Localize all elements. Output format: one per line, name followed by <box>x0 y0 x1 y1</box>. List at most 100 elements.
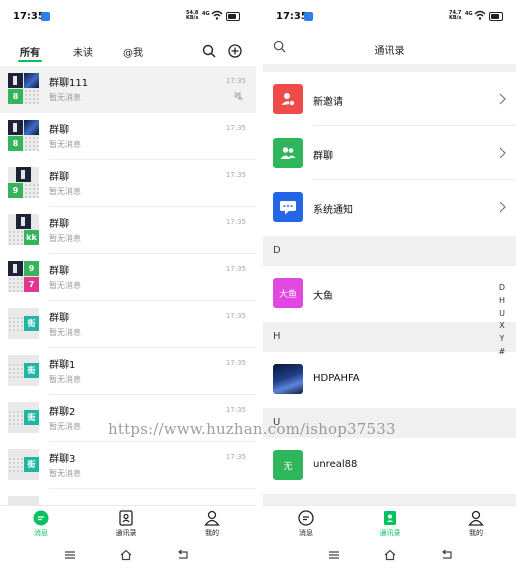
index-letter[interactable]: X <box>497 320 507 333</box>
chat-preview: 暂无消息 <box>49 422 81 431</box>
entry-label: 系统通知 <box>313 205 353 216</box>
battery-icon <box>226 12 240 21</box>
bottom-nav: 消息 通讯录 我的 <box>0 505 256 542</box>
entry-system-notice[interactable]: 系统通知 <box>263 180 516 234</box>
nav-contacts[interactable]: 通讯录 <box>365 510 415 538</box>
home-icon[interactable] <box>119 549 133 561</box>
nav-messages[interactable]: 消息 <box>281 510 331 538</box>
chat-time: 17:35 <box>225 77 246 85</box>
net-speed: 74.7 KB/s <box>449 10 462 21</box>
index-letter[interactable]: D <box>497 282 507 295</box>
group-avatar: 8 <box>8 120 39 151</box>
contacts-icon <box>119 510 133 526</box>
app-notification-icon <box>304 12 313 21</box>
contact-avatar <box>273 364 303 394</box>
menu-icon[interactable] <box>63 549 77 561</box>
wifi-icon <box>474 10 486 20</box>
section-letter: D <box>273 245 281 256</box>
group-avatar: 9 <box>8 167 39 198</box>
chat-time: 17:35 <box>225 124 246 132</box>
tab-all[interactable]: 所有 <box>20 44 40 59</box>
index-letter[interactable]: # <box>497 346 507 359</box>
system-nav-bar <box>263 541 516 571</box>
contacts-header: 通讯录 <box>263 34 516 64</box>
system-notice-icon <box>273 192 303 222</box>
tab-mentions[interactable]: @我 <box>123 44 143 59</box>
entry-label: 群聊 <box>313 151 333 162</box>
system-nav-bar <box>0 541 256 571</box>
status-bar: 17:35 54.8 KB/s 4G <box>0 0 256 34</box>
nav-profile[interactable]: 我的 <box>187 510 237 538</box>
chat-row[interactable]: 8 群聊 暂无消息 17:35 <box>0 113 256 160</box>
messages-screen: 17:35 54.8 KB/s 4G 所有 未读 @我 8 群聊111 暂无消息… <box>0 0 256 571</box>
nav-label: 消息 <box>34 529 48 537</box>
chat-name: 群聊1 <box>49 360 76 371</box>
chat-row[interactable]: 街 群聊1 暂无消息 17:35 <box>0 348 256 395</box>
active-tab-indicator <box>18 60 42 62</box>
group-avatar: 街 <box>8 355 39 386</box>
index-letter[interactable]: U <box>497 308 507 321</box>
chevron-right-icon <box>499 93 506 105</box>
contact-name: unreal88 <box>313 459 358 470</box>
wifi-icon <box>211 10 223 20</box>
section-header-d: D <box>263 236 516 266</box>
contacts-screen: 17:35 74.7 KB/s 4G 通讯录 新邀请 群聊 系统通知 D 大鱼 … <box>263 0 516 571</box>
contact-avatar: 无 <box>273 450 303 480</box>
nav-profile[interactable]: 我的 <box>451 510 501 538</box>
chat-row[interactable]: 9 群聊 暂无消息 17:35 <box>0 160 256 207</box>
index-letter[interactable]: Y <box>497 333 507 346</box>
chat-preview: 暂无消息 <box>49 469 81 478</box>
chat-name: 群聊 <box>49 266 69 277</box>
contact-row[interactable]: 大鱼 大鱼 <box>263 266 516 320</box>
chat-time: 17:35 <box>225 218 246 226</box>
chat-row[interactable]: kk 群聊 暂无消息 17:35 <box>0 207 256 254</box>
menu-icon[interactable] <box>327 549 341 561</box>
chat-row[interactable]: 8 群聊111 暂无消息 17:35 <box>0 66 256 113</box>
nav-label: 通讯录 <box>115 529 137 537</box>
new-invite-icon <box>273 84 303 114</box>
section-header-h: H <box>263 322 516 352</box>
contact-row[interactable]: 无 unreal88 <box>263 438 516 492</box>
index-letter[interactable]: H <box>497 295 507 308</box>
chat-name: 群聊 <box>49 219 69 230</box>
group-avatar: 9 7 <box>8 261 39 292</box>
watermark: https://www.huzhan.com/ishop37533 <box>108 420 396 438</box>
group-icon <box>273 138 303 168</box>
chat-time: 17:35 <box>225 453 246 461</box>
back-icon[interactable] <box>176 549 190 561</box>
nav-messages[interactable]: 消息 <box>16 510 66 538</box>
nav-label: 消息 <box>299 529 313 537</box>
add-circle-icon[interactable] <box>228 44 242 58</box>
contacts-icon <box>384 511 396 525</box>
alphabet-index[interactable]: D H U X Y # <box>497 282 507 359</box>
group-avatar: 8 <box>8 73 39 104</box>
contact-avatar: 大鱼 <box>273 278 303 308</box>
app-notification-icon <box>41 12 50 21</box>
section-letter: H <box>273 331 281 342</box>
entry-groups[interactable]: 群聊 <box>263 126 516 180</box>
back-icon[interactable] <box>440 549 454 561</box>
group-avatar: 街 <box>8 402 39 433</box>
nav-contacts[interactable]: 通讯录 <box>101 510 151 538</box>
tab-unread[interactable]: 未读 <box>73 44 93 59</box>
chat-row[interactable]: 9 7 群聊 暂无消息 17:35 <box>0 254 256 301</box>
chat-name: 群聊 <box>49 313 69 324</box>
entry-label: 新邀请 <box>313 97 343 108</box>
chat-row[interactable]: 街 群聊 暂无消息 17:35 <box>0 301 256 348</box>
chat-time: 17:35 <box>225 171 246 179</box>
entry-new-invite[interactable]: 新邀请 <box>263 72 516 126</box>
battery-icon <box>489 12 503 21</box>
chat-preview: 暂无消息 <box>49 375 81 384</box>
chat-name: 群聊 <box>49 172 69 183</box>
home-icon[interactable] <box>383 549 397 561</box>
contact-row[interactable]: HDPAHFA <box>263 352 516 406</box>
network-type: 4G <box>465 11 473 17</box>
group-avatar: 街 <box>8 308 39 339</box>
chat-name: 群聊3 <box>49 454 76 465</box>
network-type: 4G <box>202 11 210 17</box>
search-icon[interactable] <box>202 44 216 58</box>
chat-time: 17:35 <box>225 312 246 320</box>
chat-name: 群聊111 <box>49 78 89 89</box>
chat-row[interactable]: 街 群聊3 暂无消息 17:35 <box>0 442 256 489</box>
chat-preview: 暂无消息 <box>49 187 81 196</box>
